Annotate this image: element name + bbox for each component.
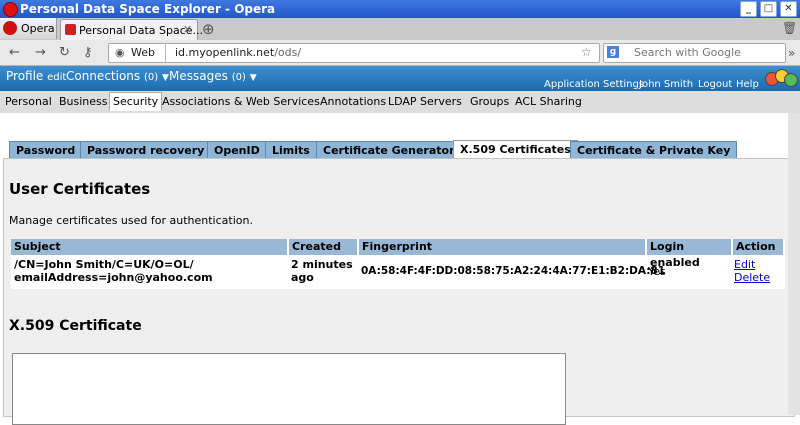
application-settings-link[interactable]: Application Settings xyxy=(544,79,644,90)
site-favicon-icon xyxy=(65,24,76,35)
ods-logo-icon xyxy=(764,68,798,88)
tab-password[interactable]: Password xyxy=(9,141,83,159)
trash-icon[interactable]: 🗑 xyxy=(782,21,797,35)
back-icon[interactable]: ← xyxy=(9,45,20,60)
section-nav: Personal Business Security Associations … xyxy=(0,91,800,114)
created-line-1: 2 minutes xyxy=(291,258,353,271)
maximize-button[interactable]: □ xyxy=(760,1,777,17)
nav-security[interactable]: Security xyxy=(109,92,163,111)
globe-icon: ◉ xyxy=(115,46,125,59)
forward-icon[interactable]: → xyxy=(35,45,46,60)
opera-icon xyxy=(3,21,17,35)
profile-label: Profile xyxy=(6,69,44,83)
nav-business[interactable]: Business xyxy=(56,93,111,110)
tab-certificate-generator[interactable]: Certificate Generator xyxy=(316,141,462,159)
new-tab-icon[interactable]: ⊕ xyxy=(202,20,215,38)
created-line-2: ago xyxy=(291,271,314,284)
column-header-created: Created xyxy=(289,239,359,255)
search-field[interactable]: g Search with Google xyxy=(603,43,786,63)
column-header-action: Action xyxy=(733,239,785,255)
main-content: Password Password recovery OpenID Limits… xyxy=(0,113,800,425)
ods-header-bar: Profile edit Connections (0) ▼ Messages … xyxy=(0,66,800,91)
opera-menu-button[interactable]: Opera xyxy=(0,18,57,39)
google-icon: g xyxy=(607,46,619,58)
x509-certificate-heading: X.509 Certificate xyxy=(9,318,142,334)
window-title: Personal Data Space Explorer - Opera xyxy=(20,2,276,16)
edit-certificate-link[interactable]: Edit xyxy=(734,258,770,271)
logout-link[interactable]: Logout xyxy=(698,79,732,90)
menu-chevron-icon[interactable]: » xyxy=(788,46,795,60)
certificates-table: Subject Created Fingerprint Login enable… xyxy=(11,239,785,289)
messages-dropdown-icon: ▼ xyxy=(249,73,257,83)
bookmark-star-icon[interactable]: ☆ xyxy=(581,45,592,59)
column-header-login-enabled: Login enabled xyxy=(647,239,733,269)
tab-certificate-private-key[interactable]: Certificate & Private Key xyxy=(570,141,738,159)
help-link[interactable]: Help xyxy=(736,79,759,90)
column-header-fingerprint: Fingerprint xyxy=(359,239,647,255)
table-row-actions: Edit Delete xyxy=(734,258,770,284)
delete-certificate-link[interactable]: Delete xyxy=(734,271,770,284)
close-window-button[interactable]: ✕ xyxy=(780,1,797,17)
subject-line-2: emailAddress=john@yahoo.com xyxy=(14,271,213,284)
address-field[interactable]: ◉ Web id.myopenlink.net/ods/ ☆ xyxy=(108,43,600,63)
browser-tab-strip: Opera Personal Data Space... ✕ ⊕ 🗑 xyxy=(0,18,800,41)
opera-logo-icon xyxy=(3,2,18,17)
nav-groups[interactable]: Groups xyxy=(467,93,512,110)
table-row-subject: /CN=John Smith/C=UK/O=OL/ emailAddress=j… xyxy=(14,258,213,284)
address-type-label: Web xyxy=(131,46,155,59)
table-row-fingerprint: 0A:58:4F:4F:DD:08:58:75:A2:24:4A:77:E1:B… xyxy=(361,265,666,277)
subject-line-1: /CN=John Smith/C=UK/O=OL/ xyxy=(14,258,194,271)
nav-associations[interactable]: Associations & Web Services xyxy=(159,93,323,110)
address-toolbar: ← → ↻ ⚷ ◉ Web id.myopenlink.net/ods/ ☆ g… xyxy=(0,40,800,66)
reload-icon[interactable]: ↻ xyxy=(59,45,70,60)
messages-count: (0) xyxy=(231,72,246,83)
nav-acl-sharing[interactable]: ACL Sharing xyxy=(512,93,585,110)
table-row-login-enabled: Yes xyxy=(648,265,666,278)
opera-menu-label: Opera xyxy=(21,22,55,35)
user-certificates-heading: User Certificates xyxy=(9,180,151,198)
nav-ldap-servers[interactable]: LDAP Servers xyxy=(385,93,465,110)
nav-personal[interactable]: Personal xyxy=(2,93,55,110)
x509-certificate-textarea[interactable] xyxy=(12,353,566,425)
search-placeholder: Search with Google xyxy=(634,46,741,59)
tab-limits[interactable]: Limits xyxy=(265,141,317,159)
tab-openid[interactable]: OpenID xyxy=(207,141,267,159)
minimize-button[interactable]: _ xyxy=(740,1,757,17)
messages-label: Messages xyxy=(169,69,228,83)
connections-label: Connections xyxy=(66,69,141,83)
browser-tab[interactable]: Personal Data Space... ✕ xyxy=(60,19,203,40)
address-url: id.myopenlink.net/ods/ xyxy=(175,46,301,59)
column-header-subject: Subject xyxy=(11,239,289,255)
connections-count: (0) xyxy=(143,72,159,83)
close-tab-icon[interactable]: ✕ xyxy=(183,23,192,36)
profile-edit-link[interactable]: edit xyxy=(47,72,66,83)
address-separator xyxy=(165,44,166,62)
messages-menu[interactable]: Messages (0) ▼ xyxy=(169,69,257,83)
nav-annotations[interactable]: Annotations xyxy=(317,93,389,110)
user-certificates-description: Manage certificates used for authenticat… xyxy=(9,214,253,227)
url-host: id.myopenlink.net xyxy=(175,46,275,59)
tab-x509-certificates[interactable]: X.509 Certificates xyxy=(453,140,578,160)
window-title-bar: Personal Data Space Explorer - Opera _ □… xyxy=(0,0,800,18)
profile-menu[interactable]: Profile edit xyxy=(6,69,66,83)
user-name-link[interactable]: John Smith xyxy=(639,79,693,90)
tab-password-recovery[interactable]: Password recovery xyxy=(80,141,212,159)
connections-dropdown-icon: ▼ xyxy=(161,73,169,83)
connections-menu[interactable]: Connections (0) ▼ xyxy=(66,69,169,83)
url-path: /ods/ xyxy=(274,46,302,59)
table-row-created: 2 minutes ago xyxy=(291,258,353,284)
vertical-scrollbar[interactable] xyxy=(788,113,800,415)
key-icon[interactable]: ⚷ xyxy=(83,45,93,60)
